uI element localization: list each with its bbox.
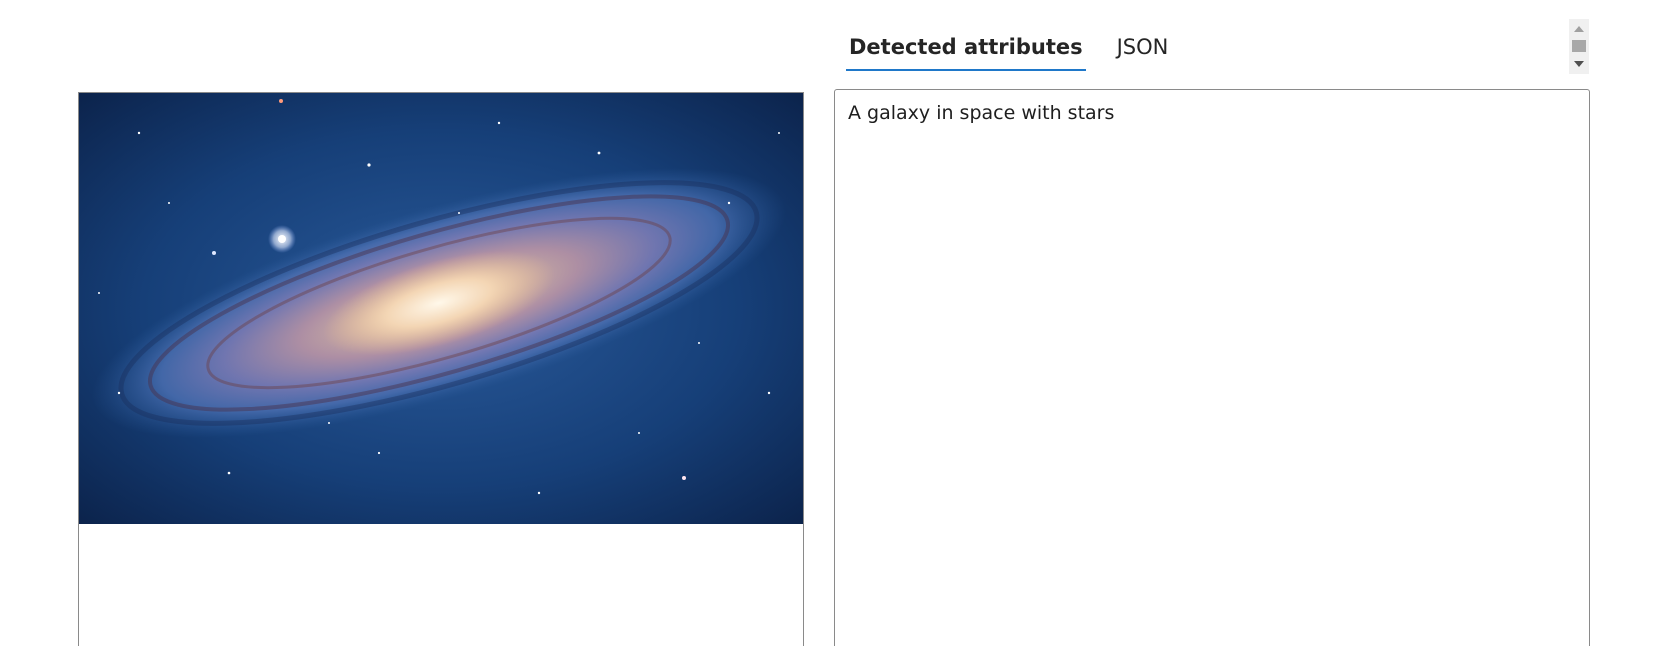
tab-bar: Detected attributes JSON — [846, 30, 1199, 74]
page: Detected attributes JSON A galaxy in spa… — [0, 0, 1661, 646]
tab-scrollbar[interactable] — [1569, 19, 1589, 74]
tab-json[interactable]: JSON — [1114, 30, 1172, 69]
scroll-up-arrow-icon[interactable] — [1574, 26, 1584, 32]
image-caption-text: A galaxy in space with stars — [848, 102, 1115, 124]
image-panel — [78, 92, 804, 646]
detected-attributes-panel: A galaxy in space with stars — [834, 89, 1590, 646]
scroll-thumb[interactable] — [1572, 40, 1586, 52]
scroll-down-arrow-icon[interactable] — [1574, 61, 1584, 67]
tab-detected-attributes[interactable]: Detected attributes — [846, 30, 1086, 71]
galaxy-image — [79, 93, 803, 524]
